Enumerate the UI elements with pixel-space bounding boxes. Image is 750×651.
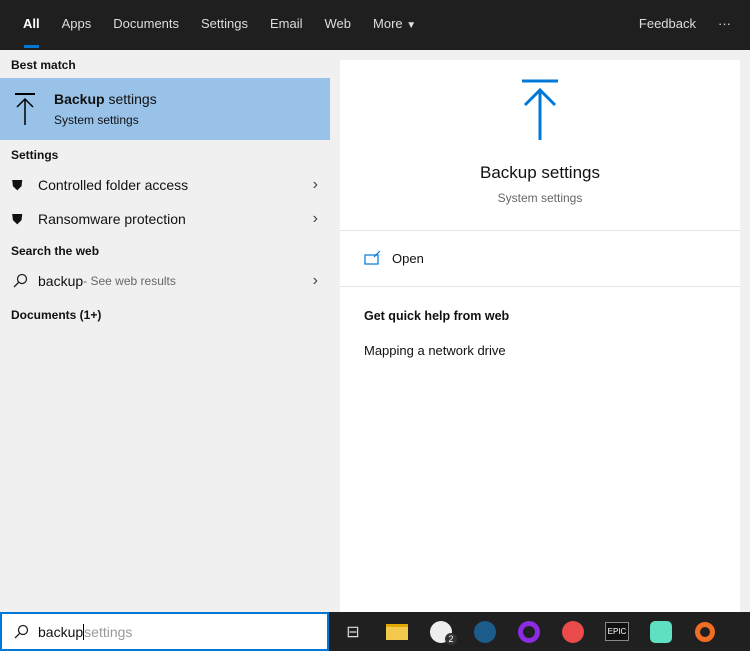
quick-help-header: Get quick help from web (364, 309, 510, 323)
detail-subtitle: System settings (497, 191, 583, 205)
web-hint: - See web results (83, 274, 176, 288)
tab-settings[interactable]: Settings (190, 0, 259, 50)
chevron-right-icon[interactable]: › (313, 176, 318, 194)
best-match-header: Best match (11, 58, 76, 72)
open-button[interactable]: Open (340, 231, 740, 287)
search-icon (14, 624, 29, 638)
detail-pane: Backup settings System settings Open Get… (340, 60, 740, 612)
tab-documents[interactable]: Documents (102, 0, 190, 50)
tab-web[interactable]: Web (314, 0, 363, 50)
backup-arrow-icon (522, 79, 558, 140)
search-suggestion: settings (84, 623, 133, 640)
best-match-title-rest: settings (104, 91, 157, 107)
epic-games-icon[interactable]: EPIC (595, 612, 639, 651)
search-filter-bar: All Apps Documents Settings Email Web Mo… (0, 0, 750, 50)
best-match-item[interactable]: Backup settings System settings (0, 78, 330, 140)
result-controlled-folder-access[interactable]: ⛊ Controlled folder access › (0, 168, 330, 202)
best-match-subtitle: System settings (54, 113, 139, 127)
settings-header: Settings (11, 148, 59, 162)
chat-app-icon[interactable] (639, 612, 683, 651)
search-input[interactable]: backup settings (0, 612, 329, 651)
web-query: backup (38, 273, 84, 289)
best-match-title-bold: Backup (54, 91, 105, 107)
open-icon (364, 250, 381, 265)
chevron-right-icon[interactable]: › (313, 272, 318, 290)
result-ransomware-protection[interactable]: ⛊ Ransomware protection › (0, 202, 330, 236)
xbox-badge: 2 (445, 633, 457, 645)
feedback-button[interactable]: Feedback (628, 0, 707, 50)
search-web-header: Search the web (11, 244, 100, 258)
task-view-icon[interactable]: ⊟ (331, 612, 375, 651)
tab-all[interactable]: All (12, 0, 51, 50)
shield-icon: ⛊ (12, 176, 23, 193)
tab-more-label: More (373, 16, 403, 31)
ea-icon[interactable] (551, 612, 595, 651)
chevron-right-icon[interactable]: › (313, 210, 318, 228)
tab-email[interactable]: Email (259, 0, 314, 50)
detail-title: Backup settings (479, 163, 600, 182)
open-label: Open (392, 251, 424, 266)
tab-apps[interactable]: Apps (51, 0, 103, 50)
xbox-icon[interactable]: 2 (419, 612, 463, 651)
purple-app-icon[interactable] (507, 612, 551, 651)
epic-label: EPIC (604, 622, 630, 641)
result-label: Controlled folder access (38, 177, 189, 193)
steam-icon[interactable] (463, 612, 507, 651)
result-label: Ransomware protection (38, 211, 186, 227)
shield-icon: ⛊ (12, 210, 23, 227)
file-explorer-icon[interactable] (375, 612, 419, 651)
caret-down-icon: ▼ (406, 20, 417, 31)
tab-more[interactable]: More ▼ (362, 0, 427, 50)
search-typed-text: backup (38, 623, 84, 640)
documents-header[interactable]: Documents (1+) (0, 300, 330, 328)
backup-arrow-icon (15, 93, 35, 125)
help-link[interactable]: Mapping a network drive (364, 343, 716, 358)
origin-icon[interactable] (683, 612, 727, 651)
taskbar: backup settings ⊟ 2 EPIC (0, 612, 750, 651)
search-icon (13, 273, 28, 288)
web-search-result[interactable]: backup - See web results › (0, 264, 330, 298)
results-pane: Best match Backup settings System settin… (0, 50, 330, 612)
more-options-button[interactable]: ··· (707, 0, 742, 50)
